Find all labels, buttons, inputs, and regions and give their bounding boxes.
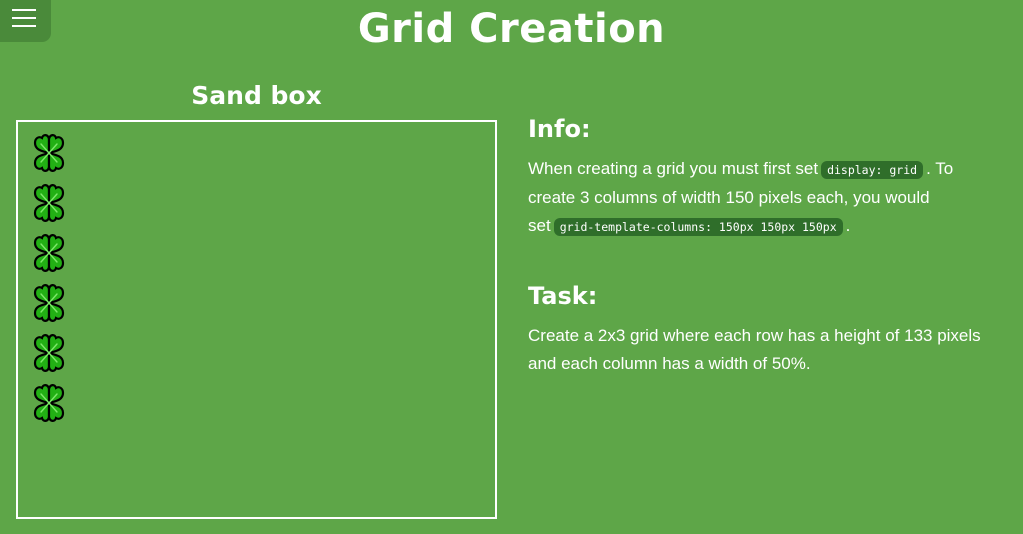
page-title: Grid Creation [357,6,666,52]
sandbox [16,120,497,519]
four-leaf-clover-icon [26,330,72,376]
code-grid-template-columns: grid-template-columns: 150px 150px 150px [553,218,843,236]
info-title: Info: [528,115,591,143]
four-leaf-clover-icon [26,130,72,176]
info-text-1: When creating a grid you must first set [528,159,819,178]
code-display-grid: display: grid [821,161,924,179]
task-text: Create a 2x3 grid where each row has a h… [528,326,981,373]
four-leaf-clover-icon [26,230,72,276]
sandbox-title: Sand box [191,81,322,110]
four-leaf-clover-icon [26,280,72,326]
info-text: When creating a grid you must first set d… [528,155,998,241]
four-leaf-clover-icon [26,380,72,426]
info-text-3: . [845,216,851,235]
task-title: Task: [528,282,598,310]
four-leaf-clover-icon [26,180,72,226]
